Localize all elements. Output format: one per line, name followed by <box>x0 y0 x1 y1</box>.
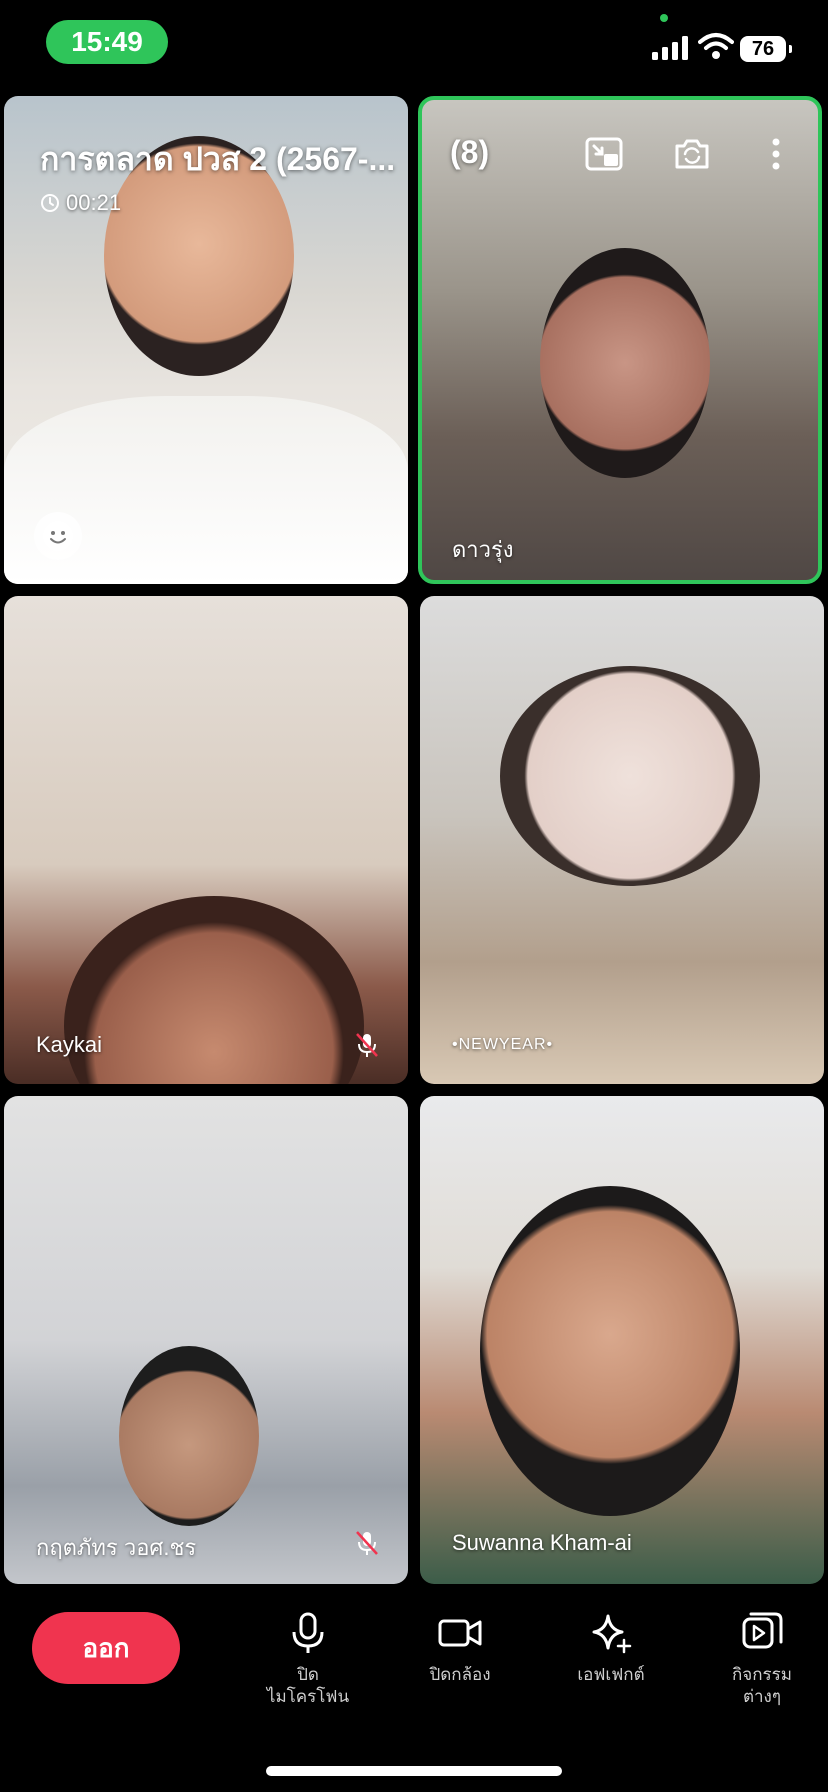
effects-button[interactable]: เอฟเฟกต์ <box>551 1610 671 1686</box>
clock-icon <box>41 194 59 212</box>
mute-mic-label: ปิด ไมโครโฟน <box>266 1665 350 1706</box>
activities-button[interactable]: กิจกรรม ต่างๆ <box>702 1610 822 1708</box>
camera-icon <box>438 1619 482 1647</box>
more-options-button[interactable] <box>754 132 798 176</box>
home-indicator[interactable] <box>266 1766 562 1776</box>
participant-name: กฤตภัทร วอศ.ชร <box>36 1535 197 1560</box>
turn-off-camera-button[interactable]: ปิดกล้อง <box>400 1610 520 1686</box>
recording-indicator <box>660 14 668 22</box>
call-title[interactable]: การตลาด ปวส 2 (2567-... <box>40 134 395 185</box>
wifi-icon <box>698 33 734 59</box>
call-timer: 00:21 <box>40 190 121 216</box>
participant-name: ดาวรุ่ง <box>452 537 514 562</box>
more-icon <box>772 138 780 170</box>
activities-icon <box>742 1612 783 1649</box>
video-tile[interactable]: กฤตภัทร วอศ.ชร <box>4 1096 408 1584</box>
video-tile[interactable]: Suwanna Kham-ai <box>420 1096 824 1584</box>
mic-off-icon <box>356 1033 378 1057</box>
switch-camera-button[interactable] <box>670 132 714 176</box>
mic-off-icon <box>356 1531 378 1555</box>
battery-indicator: 76 <box>740 36 792 62</box>
participant-video <box>64 896 364 1084</box>
mute-mic-button[interactable]: ปิด ไมโครโฟน <box>248 1610 368 1708</box>
emoji-reaction-button[interactable] <box>34 512 82 560</box>
status-time: 15:49 <box>46 20 168 64</box>
effects-label: เอฟเฟกต์ <box>577 1665 645 1684</box>
participant-name: •NEWYEAR• <box>452 1036 554 1053</box>
participant-name: Kaykai <box>36 1032 103 1057</box>
microphone-icon <box>292 1612 324 1653</box>
video-tile[interactable]: Kaykai <box>4 596 408 1084</box>
participant-video <box>480 1186 740 1516</box>
leave-call-button[interactable]: ออก <box>32 1612 180 1684</box>
signal-icon <box>652 36 688 60</box>
activities-label: กิจกรรม ต่างๆ <box>731 1665 792 1706</box>
switch-camera-icon <box>675 139 709 169</box>
minimize-screen-icon <box>585 137 623 171</box>
participant-count[interactable]: (8) <box>450 134 489 171</box>
emoji-icon <box>43 521 73 551</box>
participant-name: Suwanna Kham-ai <box>452 1530 632 1555</box>
sparkles-icon <box>592 1614 632 1654</box>
participant-video <box>119 1346 259 1526</box>
video-tile[interactable]: •NEWYEAR• <box>420 596 824 1084</box>
turn-off-camera-label: ปิดกล้อง <box>429 1665 491 1684</box>
elapsed-time: 00:21 <box>66 190 122 215</box>
participant-video <box>540 248 710 478</box>
participant-video <box>500 666 760 886</box>
minimize-screen-button[interactable] <box>582 132 626 176</box>
